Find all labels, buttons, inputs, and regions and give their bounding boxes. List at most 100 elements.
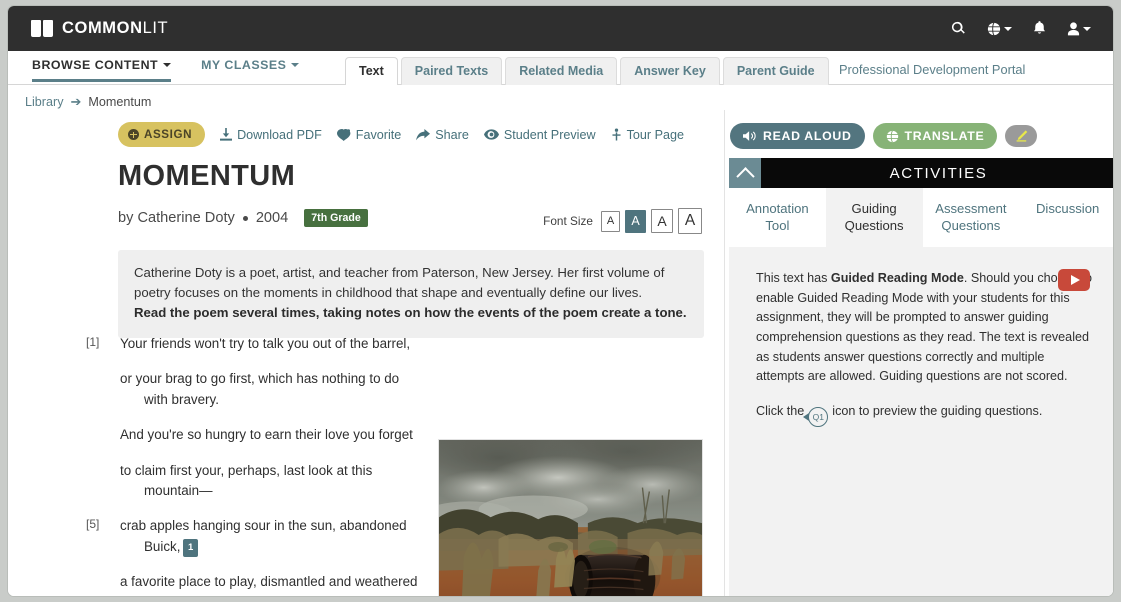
share-arrow-icon — [416, 129, 430, 141]
line-number — [86, 461, 120, 502]
youtube-play-icon[interactable] — [1058, 269, 1090, 291]
breadcrumb-library-link[interactable]: Library — [25, 95, 64, 109]
tab-assessment-questions[interactable]: Assessment Questions — [923, 188, 1020, 249]
font-size-label: Font Size — [543, 214, 593, 228]
tab-discussion[interactable]: Discussion — [1019, 188, 1114, 249]
anchor-icon — [611, 128, 622, 141]
tab-annotation-tool[interactable]: Annotation Tool — [729, 188, 826, 249]
topbar-actions — [951, 21, 1091, 36]
grade-badge: 7th Grade — [304, 209, 367, 227]
favorite-button[interactable]: Favorite — [337, 128, 402, 142]
breadcrumb: Library ➔ Momentum — [25, 94, 151, 110]
arrow-right-icon: ➔ — [71, 94, 82, 110]
footnote-marker[interactable]: 1 — [183, 539, 197, 556]
tour-page-button[interactable]: Tour Page — [611, 128, 684, 142]
search-icon[interactable] — [951, 21, 966, 36]
download-icon — [220, 128, 232, 141]
chevron-down-icon — [1004, 27, 1012, 31]
student-preview-label: Student Preview — [504, 128, 596, 142]
line-text-main: crab apples hanging sour in the sun, aba… — [120, 518, 407, 533]
byline: by Catherine Doty 2004 7th Grade — [118, 209, 368, 227]
globe-icon — [886, 130, 899, 143]
share-label: Share — [435, 128, 469, 142]
line-text: crab apples hanging sour in the sun, aba… — [120, 516, 407, 557]
nav-browse-content-label: BROWSE CONTENT — [32, 58, 158, 72]
line-text: And you're so hungry to earn their love … — [120, 425, 413, 445]
nav-my-classes-label: MY CLASSES — [201, 58, 286, 72]
breadcrumb-current: Momentum — [88, 95, 151, 109]
poem-line: And you're so hungry to earn their love … — [86, 425, 446, 445]
article-action-bar: ASSIGN Download PDF Favorite Share Stude… — [118, 122, 684, 147]
tab-parent-guide[interactable]: Parent Guide — [723, 57, 829, 86]
chevron-down-icon — [1083, 27, 1091, 31]
line-text-main: or your brag to go first, which has noth… — [120, 371, 399, 386]
top-navigation-bar: COMMONLIT — [8, 6, 1113, 51]
line-number: [1] — [86, 334, 120, 354]
student-preview-button[interactable]: Student Preview — [484, 128, 596, 142]
q1-badge-icon[interactable]: Q1 — [808, 407, 828, 427]
tab-related-media[interactable]: Related Media — [505, 57, 617, 86]
plus-circle-icon — [128, 129, 139, 140]
font-size-control: Font Size A A A A — [543, 208, 702, 234]
app-window: COMMONLIT BROWSE CONTENT — [7, 5, 1114, 597]
highlighter-pencil-icon[interactable] — [1005, 125, 1037, 147]
download-pdf-button[interactable]: Download PDF — [220, 128, 322, 142]
chevron-up-icon — [736, 167, 754, 185]
line-text-wrap: mountain— — [120, 481, 372, 501]
byline-year: 2004 — [256, 210, 288, 226]
font-size-button-3[interactable]: A — [651, 209, 673, 233]
line-number — [86, 369, 120, 410]
outback-landscape-photo — [438, 439, 703, 597]
read-aloud-label: READ ALOUD — [763, 129, 852, 143]
guiding-questions-description: This text has Guided Reading Mode. Shoul… — [756, 269, 1096, 427]
line-text: Your friends won't try to talk you out o… — [120, 334, 410, 354]
nav-menus: BROWSE CONTENT MY CLASSES — [32, 51, 299, 85]
assign-button[interactable]: ASSIGN — [118, 122, 205, 147]
article-blurb: Catherine Doty is a poet, artist, and te… — [118, 250, 704, 338]
chevron-down-icon — [163, 63, 171, 67]
tab-guiding-questions[interactable]: Guiding Questions — [826, 188, 923, 249]
line-number — [86, 425, 120, 445]
collapse-panel-button[interactable] — [729, 158, 761, 188]
bell-icon[interactable] — [1033, 21, 1046, 36]
description-paragraph-2: Click theQ1icon to preview the guiding q… — [756, 402, 1096, 428]
chevron-down-icon — [291, 63, 299, 67]
share-button[interactable]: Share — [416, 128, 469, 142]
bullet-icon — [243, 216, 248, 221]
user-icon[interactable] — [1067, 22, 1091, 36]
logo-text: COMMONLIT — [62, 19, 168, 38]
poem-line: to claim first your, perhaps, last look … — [86, 461, 446, 502]
nav-browse-content[interactable]: BROWSE CONTENT — [32, 51, 171, 82]
poem-body: [1] Your friends won't try to talk you o… — [86, 334, 446, 597]
nav-my-classes[interactable]: MY CLASSES — [201, 51, 299, 79]
line-text-main: to claim first your, perhaps, last look … — [120, 463, 372, 478]
font-size-button-4[interactable]: A — [678, 208, 702, 234]
reading-tools: READ ALOUD TRANSLATE — [730, 123, 1037, 149]
globe-icon[interactable] — [987, 22, 1012, 36]
line-text: or your brag to go first, which has noth… — [120, 369, 399, 410]
professional-development-portal-link[interactable]: Professional Development Portal — [839, 62, 1025, 77]
tab-answer-key[interactable]: Answer Key — [620, 57, 720, 86]
download-pdf-label: Download PDF — [237, 128, 322, 142]
commonlit-logo[interactable]: COMMONLIT — [31, 19, 168, 38]
translate-label: TRANSLATE — [905, 129, 985, 143]
tab-paired-texts[interactable]: Paired Texts — [401, 57, 502, 86]
blurb-line-1: Catherine Doty is a poet, artist, and te… — [134, 265, 664, 300]
activities-title: ACTIVITIES — [761, 158, 1114, 188]
byline-author: by Catherine Doty — [118, 210, 235, 226]
line-number — [86, 572, 120, 592]
heart-icon — [337, 129, 351, 141]
tab-text[interactable]: Text — [345, 57, 398, 86]
article-figure: "Outback Hikes" by Jeff Finley is licens… — [438, 439, 703, 597]
translate-button[interactable]: TRANSLATE — [873, 123, 998, 149]
activities-pane: READ ALOUD TRANSLATE ACTIVITIES Annotati… — [724, 110, 1114, 597]
content-tabs: Text Paired Texts Related Media Answer K… — [345, 55, 832, 85]
font-size-button-1[interactable]: A — [601, 211, 620, 232]
tour-page-label: Tour Page — [627, 128, 684, 142]
assign-button-label: ASSIGN — [144, 128, 192, 141]
read-aloud-button[interactable]: READ ALOUD — [730, 123, 865, 149]
poem-line: [5] crab apples hanging sour in the sun,… — [86, 516, 446, 557]
activities-header: ACTIVITIES — [729, 158, 1114, 188]
font-size-button-2[interactable]: A — [625, 210, 646, 233]
blurb-line-2: Read the poem several times, taking note… — [134, 305, 687, 320]
